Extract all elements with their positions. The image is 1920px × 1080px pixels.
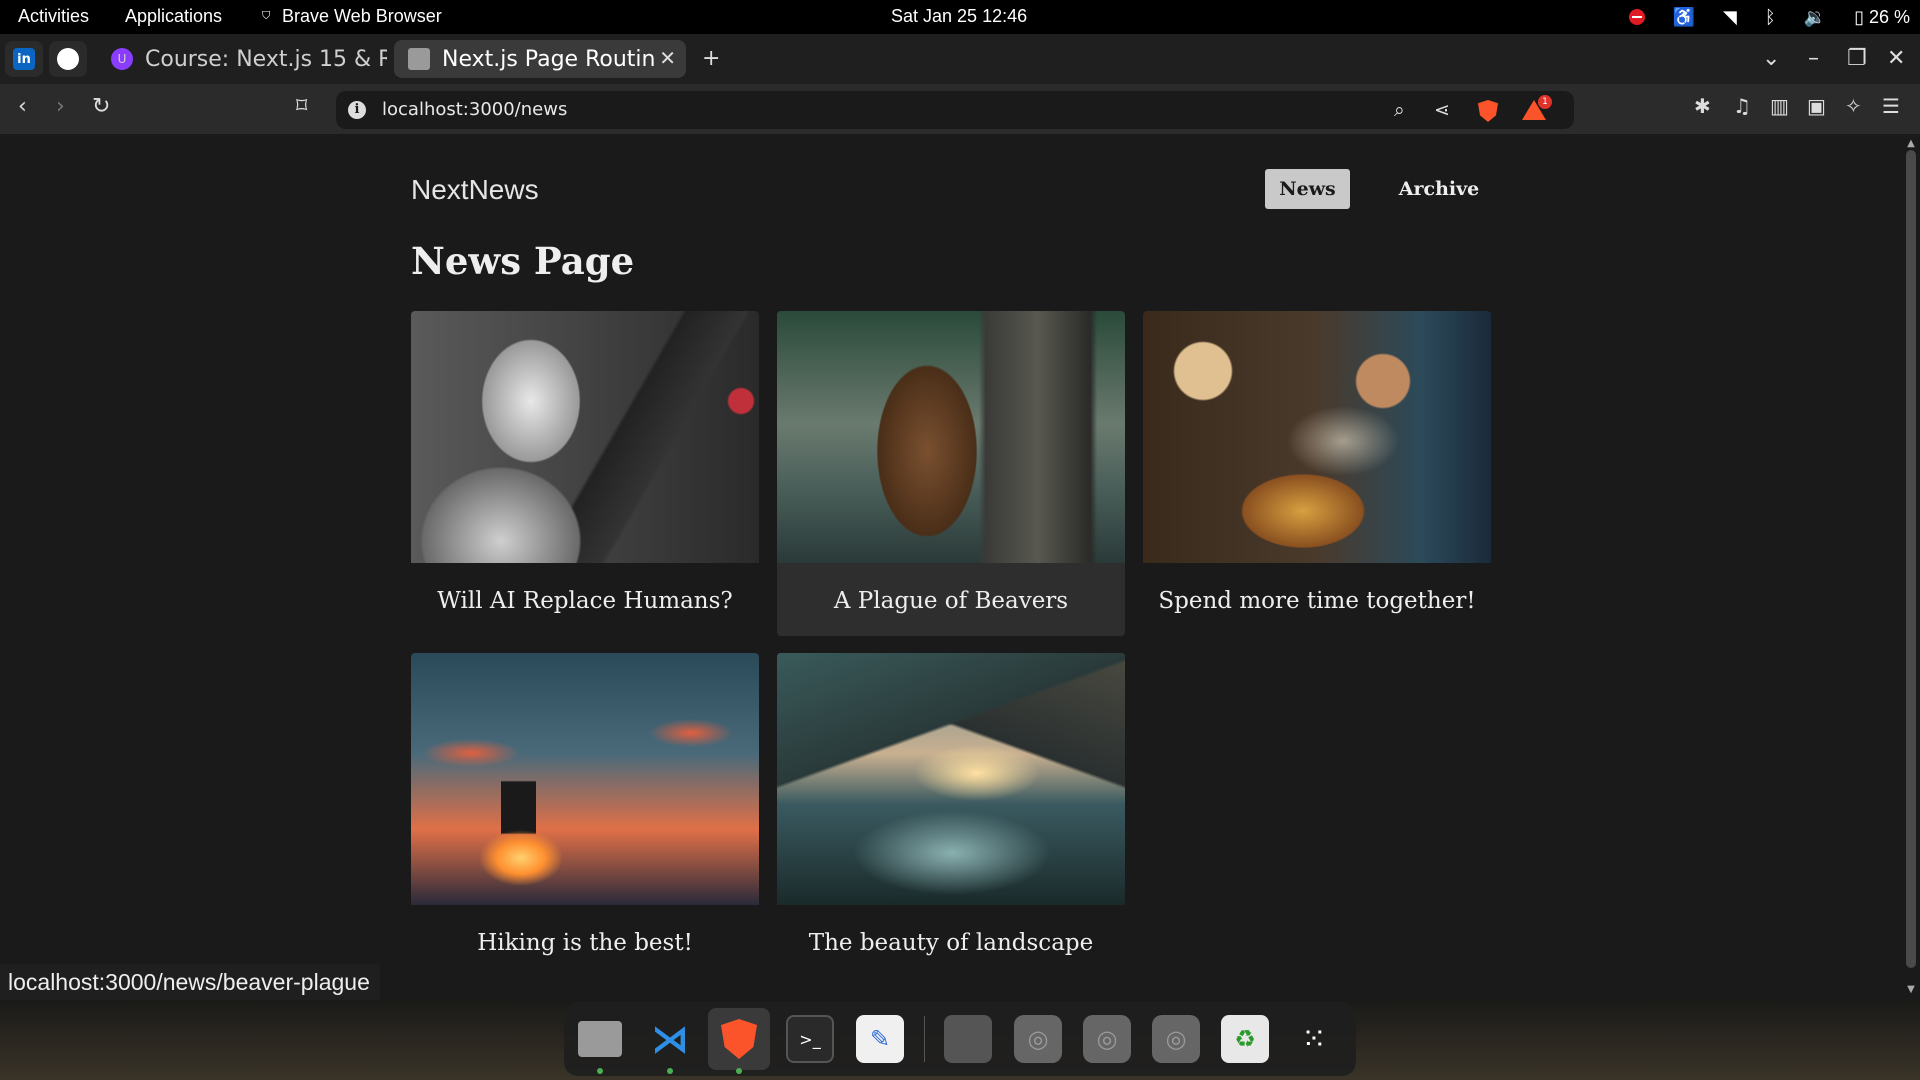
text-editor-app-icon[interactable]: ✎: [856, 1015, 904, 1063]
news-card-title: The beauty of landscape: [808, 930, 1094, 956]
mountain-lake-image: [777, 653, 1125, 905]
minimize-icon[interactable]: –: [1808, 46, 1819, 71]
archive-app-icon[interactable]: [944, 1015, 992, 1063]
dock-separator: [924, 1016, 925, 1062]
back-icon[interactable]: ‹: [18, 94, 27, 119]
news-card-beavers[interactable]: A Plague of Beavers: [777, 311, 1125, 636]
tab-nextjs[interactable]: Next.js Page Routin ✕: [394, 40, 686, 78]
do-not-disturb-icon[interactable]: [1628, 9, 1645, 25]
accessibility-icon[interactable]: ♿: [1673, 7, 1695, 28]
rewards-badge: 1: [1538, 95, 1552, 109]
running-indicator: [736, 1068, 742, 1074]
scroll-up-icon[interactable]: ▲: [1906, 138, 1916, 149]
menu-icon[interactable]: ☰: [1882, 94, 1900, 118]
url-text[interactable]: localhost:3000/news: [382, 99, 567, 120]
volume-icon[interactable]: 🔉: [1804, 7, 1826, 28]
activities-button[interactable]: Activities: [18, 6, 89, 27]
trash-icon[interactable]: ♻: [1221, 1015, 1269, 1063]
zoom-icon[interactable]: ⌕: [1394, 99, 1405, 121]
bookmark-icon[interactable]: ⌑: [296, 94, 307, 119]
share-icon[interactable]: ⋖: [1434, 99, 1450, 121]
disc-icon[interactable]: ◎: [1083, 1015, 1131, 1063]
github-icon: [57, 48, 79, 70]
new-tab-icon[interactable]: +: [702, 46, 720, 71]
dock: ⋊ >_ ✎ ◎ ◎ ◎ ♻ ⁙: [564, 1002, 1356, 1076]
linkedin-icon: in: [13, 48, 35, 70]
system-top-bar: Activities Applications ⛉ Brave Web Brow…: [0, 0, 1920, 34]
news-card-landscape[interactable]: The beauty of landscape: [777, 653, 1125, 978]
scroll-thumb[interactable]: [1906, 150, 1916, 968]
battery-indicator[interactable]: ▯ 26 %: [1854, 7, 1910, 28]
clock[interactable]: Sat Jan 25 12:46: [891, 6, 1027, 27]
news-card-ai[interactable]: Will AI Replace Humans?: [411, 311, 759, 636]
system-tray[interactable]: ♿ ◥ ᛒ 🔉 ▯ 26 %: [1628, 4, 1910, 30]
vscode-app-icon[interactable]: ⋊: [646, 1015, 694, 1063]
tab-label: Next.js Page Routin: [442, 46, 656, 72]
browser-toolbar: ‹ › ↻ ⌑ i localhost:3000/news ⌕ ⋖ 1 ✱ ♫ …: [0, 84, 1920, 134]
media-icon[interactable]: ♫: [1733, 94, 1751, 118]
brave-app-icon[interactable]: [708, 1008, 770, 1070]
nav-archive-link[interactable]: Archive: [1392, 169, 1486, 209]
wifi-icon[interactable]: ◥: [1723, 7, 1737, 28]
terminal-app-icon[interactable]: >_: [786, 1015, 834, 1063]
address-bar[interactable]: i localhost:3000/news ⌕ ⋖ 1: [336, 91, 1574, 129]
tab-course[interactable]: U Course: Next.js 15 & R: [97, 40, 387, 78]
page-title: News Page: [411, 239, 635, 283]
running-indicator: [597, 1068, 603, 1074]
pinned-tab-linkedin[interactable]: in: [5, 41, 43, 77]
leo-ai-icon[interactable]: ✧: [1845, 94, 1862, 118]
extensions-icon[interactable]: ✱: [1694, 94, 1711, 118]
disc-icon[interactable]: ◎: [1014, 1015, 1062, 1063]
news-card-title: Hiking is the best!: [477, 930, 693, 956]
scroll-down-icon[interactable]: ▼: [1906, 984, 1916, 995]
brave-small-icon: ⛉: [262, 10, 271, 22]
show-apps-grid-icon[interactable]: ⁙: [1290, 1015, 1338, 1063]
disc-icon[interactable]: ◎: [1152, 1015, 1200, 1063]
tab-list-chevron-icon[interactable]: ⌄: [1762, 46, 1780, 71]
web-page: NextNews News Archive News Page Will AI …: [0, 134, 1902, 1000]
robot-with-tablet-image: [411, 311, 759, 563]
page-scrollbar[interactable]: ▲ ▼: [1902, 134, 1920, 1000]
battery-percent: 26 %: [1868, 6, 1910, 27]
hiker-at-sunset-image: [411, 653, 759, 905]
maximize-icon[interactable]: ❐: [1847, 46, 1867, 71]
news-card-hiking[interactable]: Hiking is the best!: [411, 653, 759, 978]
files-app-icon[interactable]: [576, 1015, 624, 1063]
wallet-icon[interactable]: ▣: [1807, 94, 1826, 118]
forward-icon[interactable]: ›: [56, 94, 65, 119]
close-window-icon[interactable]: ✕: [1887, 46, 1905, 71]
course-favicon: U: [111, 48, 133, 70]
beaver-on-tree-image: [777, 311, 1125, 563]
close-tab-icon[interactable]: ✕: [659, 46, 676, 70]
sidebar-icon[interactable]: ▥: [1770, 94, 1789, 118]
site-logo[interactable]: NextNews: [411, 174, 539, 206]
reload-icon[interactable]: ↻: [92, 94, 110, 119]
bluetooth-icon[interactable]: ᛒ: [1765, 7, 1776, 28]
news-card-title: A Plague of Beavers: [833, 588, 1069, 614]
news-card-title: Spend more time together!: [1158, 588, 1476, 614]
couple-cooking-image: [1143, 311, 1491, 563]
news-card-title: Will AI Replace Humans?: [437, 588, 733, 614]
brave-shields-icon[interactable]: [1478, 100, 1498, 122]
pinned-tab-github[interactable]: [49, 41, 87, 77]
tab-strip: in U Course: Next.js 15 & R Next.js Page…: [0, 34, 1920, 84]
applications-menu[interactable]: Applications: [125, 6, 222, 27]
site-info-icon[interactable]: i: [348, 101, 366, 119]
link-status-bubble: localhost:3000/news/beaver-plague: [0, 964, 380, 1000]
active-app-label[interactable]: Brave Web Browser: [282, 6, 442, 27]
tab-label: Course: Next.js 15 & R: [145, 46, 387, 72]
running-indicator: [667, 1068, 673, 1074]
news-card-together[interactable]: Spend more time together!: [1143, 311, 1491, 636]
nav-news-link[interactable]: News: [1265, 169, 1350, 209]
nextjs-favicon: [408, 48, 430, 70]
